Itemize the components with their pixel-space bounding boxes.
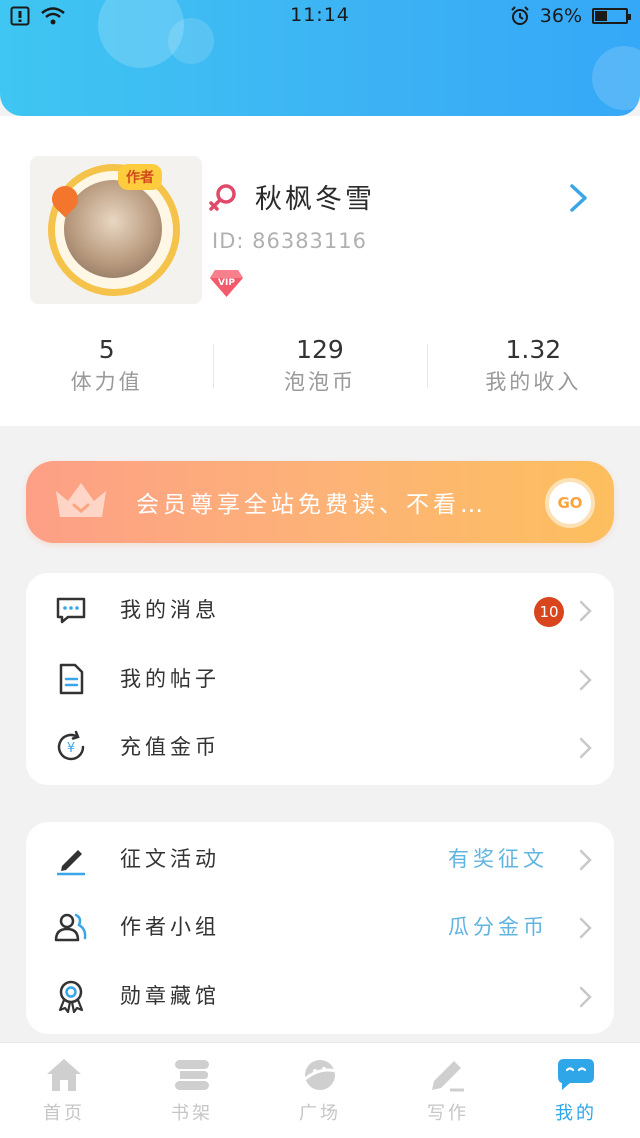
banner-text: 会员尊享全站免费读、不看… bbox=[136, 492, 487, 518]
home-icon bbox=[47, 1059, 81, 1091]
bookshelf-icon bbox=[175, 1060, 209, 1090]
menu-item-label: 我的帖子 bbox=[120, 667, 220, 691]
stat-label: 我的收入 bbox=[485, 370, 582, 394]
recharge-coin-icon: ¥ bbox=[57, 730, 85, 761]
menu-card-author: 征文活动 有奖征文 作者小组 瓜分金币 勋章藏馆 bbox=[26, 822, 614, 1034]
menu-item-label: 我的消息 bbox=[120, 598, 220, 622]
menu-item-recharge[interactable]: ¥ 充值金币 bbox=[26, 713, 614, 781]
chevron-right-icon bbox=[579, 986, 592, 1008]
menu-item-posts[interactable]: 我的帖子 bbox=[26, 645, 614, 713]
female-gender-icon bbox=[209, 184, 236, 211]
chevron-right-icon bbox=[579, 917, 592, 939]
svg-text:¥: ¥ bbox=[67, 741, 75, 756]
document-icon bbox=[59, 663, 84, 695]
alarm-icon bbox=[511, 6, 529, 25]
menu-item-author-group[interactable]: 作者小组 瓜分金币 bbox=[26, 893, 614, 961]
vip-badge-text: VIP bbox=[218, 278, 235, 288]
stat-value: 1.32 bbox=[505, 335, 562, 364]
profile-chat-icon bbox=[558, 1059, 594, 1090]
nav-tab-label: 写作 bbox=[427, 1103, 469, 1124]
nav-tab-bookshelf[interactable]: 书架 bbox=[128, 1043, 256, 1138]
nav-tab-write[interactable]: 写作 bbox=[384, 1043, 512, 1138]
group-icon bbox=[54, 913, 87, 942]
bottom-navigation: 首页 书架 广场 写作 我的 bbox=[0, 1042, 640, 1138]
chevron-right-icon bbox=[579, 737, 592, 759]
vip-membership-banner[interactable]: 会员尊享全站免费读、不看… GO bbox=[26, 461, 614, 543]
menu-item-messages[interactable]: 我的消息 10 bbox=[26, 576, 614, 644]
medal-icon bbox=[58, 980, 84, 1013]
write-icon bbox=[432, 1061, 464, 1092]
avatar[interactable]: 作者 bbox=[30, 156, 202, 304]
menu-item-label: 作者小组 bbox=[120, 915, 220, 939]
chevron-right-icon bbox=[579, 669, 592, 691]
stats-row: 5 体力值 129 泡泡币 1.32 我的收入 bbox=[0, 334, 640, 404]
stat-label: 泡泡币 bbox=[283, 370, 356, 394]
menu-item-label: 勋章藏馆 bbox=[120, 984, 220, 1008]
menu-item-writing-contest[interactable]: 征文活动 有奖征文 bbox=[26, 825, 614, 893]
nav-tab-label: 广场 bbox=[299, 1103, 341, 1124]
nav-tab-mine[interactable]: 我的 bbox=[512, 1043, 640, 1138]
menu-card-personal: 我的消息 10 我的帖子 ¥ 充值金币 bbox=[26, 573, 614, 785]
stat-bubble-coins[interactable]: 129 泡泡币 bbox=[213, 334, 426, 404]
stat-income[interactable]: 1.32 我的收入 bbox=[426, 334, 640, 404]
menu-item-label: 充值金币 bbox=[120, 735, 220, 759]
stat-label: 体力值 bbox=[70, 370, 143, 394]
battery-icon bbox=[592, 8, 631, 24]
pen-icon bbox=[57, 850, 85, 876]
plaza-icon bbox=[304, 1060, 337, 1090]
username: 秋枫冬雪 bbox=[255, 184, 375, 215]
nav-tab-label: 首页 bbox=[43, 1103, 85, 1124]
battery-percent: 36% bbox=[539, 5, 582, 27]
menu-item-label: 征文活动 bbox=[120, 847, 220, 871]
stat-value: 129 bbox=[296, 335, 344, 364]
menu-item-hint: 有奖征文 bbox=[448, 847, 548, 871]
crown-icon bbox=[56, 483, 106, 517]
message-icon bbox=[56, 597, 86, 624]
vip-badge: VIP bbox=[210, 270, 243, 297]
user-id: ID: 86383116 bbox=[212, 229, 368, 253]
header-bubble bbox=[592, 46, 640, 110]
menu-item-hint: 瓜分金币 bbox=[448, 915, 548, 939]
nav-tab-home[interactable]: 首页 bbox=[0, 1043, 128, 1138]
stat-stamina[interactable]: 5 体力值 bbox=[0, 334, 213, 404]
stat-value: 5 bbox=[98, 335, 115, 364]
nav-tab-plaza[interactable]: 广场 bbox=[256, 1043, 384, 1138]
battery-level bbox=[595, 11, 607, 21]
go-button[interactable]: GO bbox=[545, 478, 595, 528]
profile-card[interactable]: 作者 秋枫冬雪 ID: 86383116 VIP 5 体力值 129 泡泡币 1… bbox=[0, 116, 640, 426]
author-badge: 作者 bbox=[118, 164, 162, 190]
nav-tab-label: 我的 bbox=[555, 1103, 597, 1124]
avatar-image bbox=[64, 180, 162, 278]
menu-item-medal-hall[interactable]: 勋章藏馆 bbox=[26, 962, 614, 1030]
chevron-right-icon bbox=[579, 849, 592, 871]
chevron-right-icon[interactable] bbox=[566, 183, 590, 213]
chevron-right-icon bbox=[579, 600, 592, 622]
nav-tab-label: 书架 bbox=[171, 1103, 213, 1124]
status-bar: 11:14 36% bbox=[0, 0, 640, 32]
unread-count-badge: 10 bbox=[534, 597, 564, 627]
